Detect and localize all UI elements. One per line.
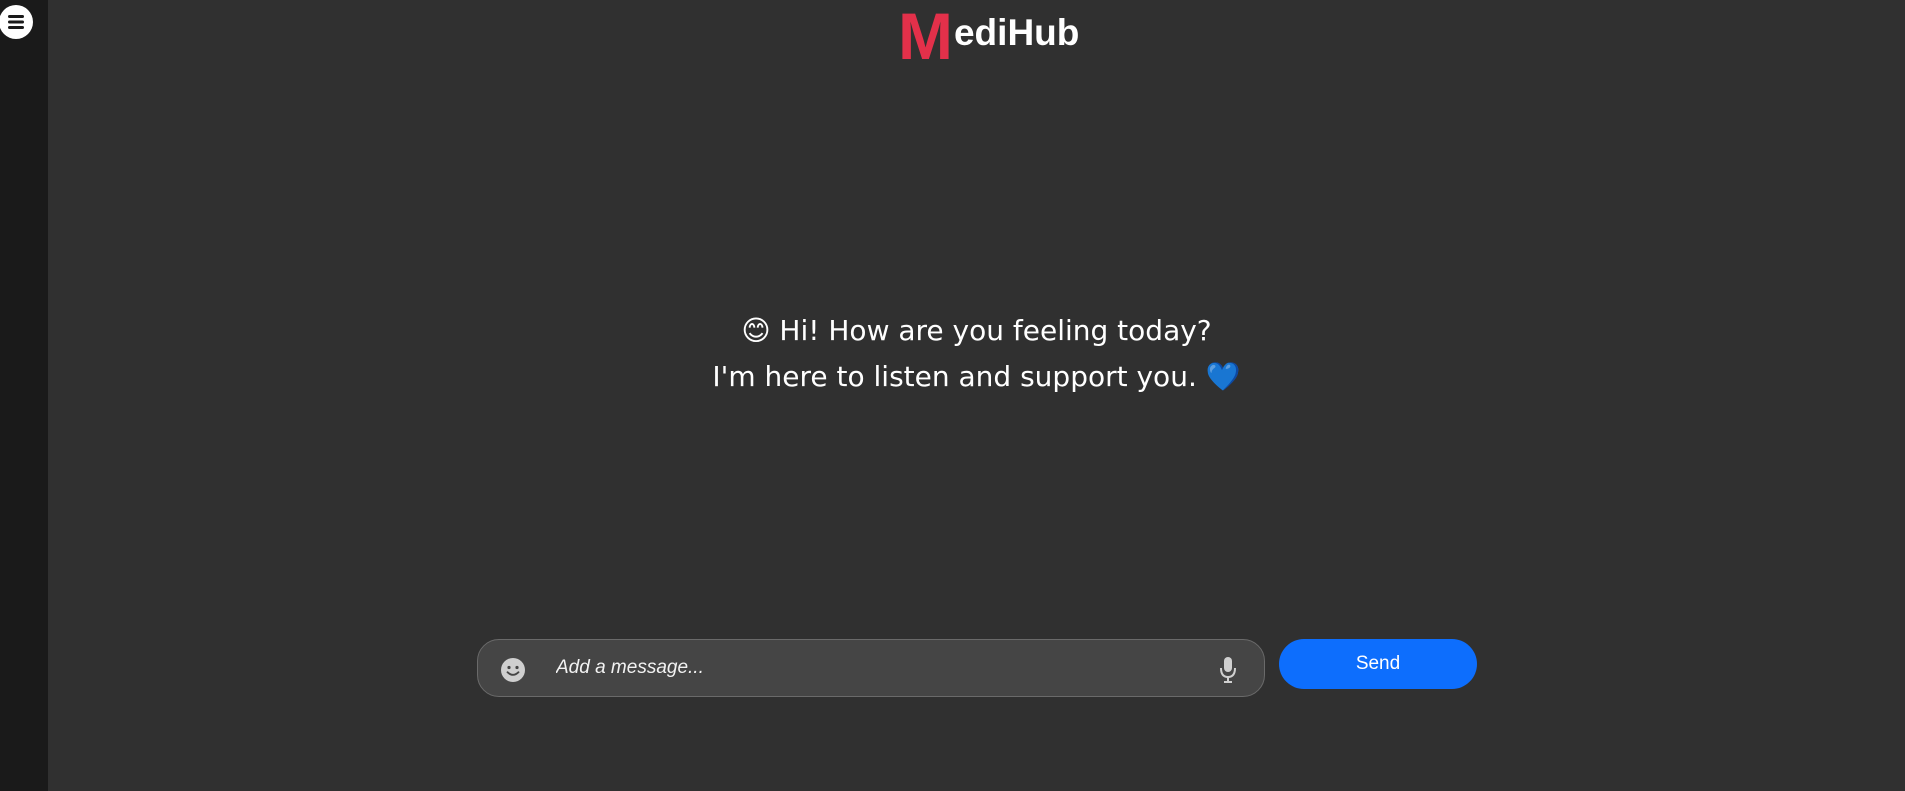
hamburger-menu-icon xyxy=(8,15,24,29)
message-input[interactable] xyxy=(556,648,1156,688)
microphone-icon[interactable] xyxy=(1218,656,1238,684)
sidebar xyxy=(0,0,48,791)
app-logo: M ediHub xyxy=(898,0,1080,73)
welcome-line-2: I'm here to listen and support you. 💙 xyxy=(712,360,1241,393)
welcome-message: 😊 Hi! How are you feeling today? I'm her… xyxy=(48,308,1905,400)
welcome-line-1: 😊 Hi! How are you feeling today? xyxy=(741,314,1212,347)
logo-text: ediHub xyxy=(953,12,1080,53)
send-button[interactable]: Send xyxy=(1279,639,1477,689)
chat-main: M ediHub 😊 Hi! How are you feeling today… xyxy=(48,0,1905,791)
logo-initial: M xyxy=(898,0,953,73)
message-composer xyxy=(477,639,1265,697)
menu-button[interactable] xyxy=(0,5,33,39)
smiley-icon[interactable] xyxy=(500,657,526,683)
